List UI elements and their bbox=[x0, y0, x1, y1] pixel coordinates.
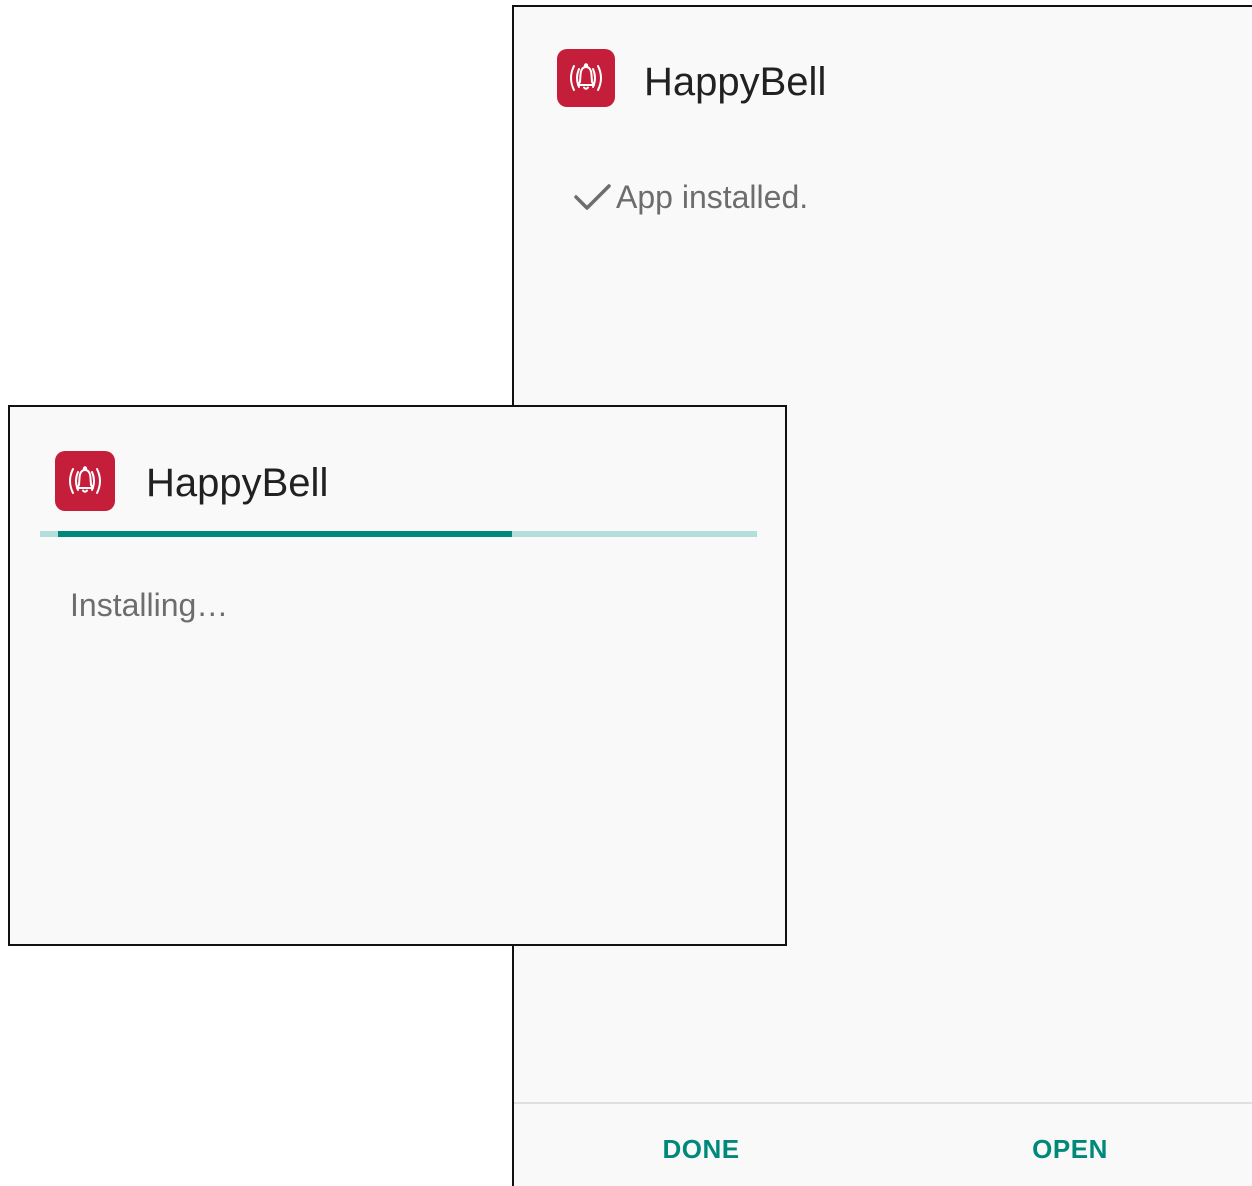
installing-dialog: HappyBell Installing… bbox=[8, 405, 787, 946]
bell-ringing-icon bbox=[55, 451, 115, 511]
status-text: Installing… bbox=[70, 587, 229, 623]
status-text: App installed. bbox=[616, 179, 809, 215]
app-title: HappyBell bbox=[146, 461, 329, 505]
open-button[interactable]: OPEN bbox=[920, 1119, 1220, 1179]
install-status: Installing… bbox=[70, 589, 228, 621]
install-progress-bar bbox=[40, 531, 757, 537]
footer-divider bbox=[514, 1102, 1252, 1104]
install-status: App installed. bbox=[572, 177, 808, 217]
check-icon bbox=[572, 177, 612, 217]
screenshot-canvas: HappyBell App installed. DONE OPEN Happy… bbox=[0, 0, 1252, 1186]
app-title: HappyBell bbox=[644, 60, 827, 104]
bell-ringing-icon bbox=[557, 49, 615, 107]
done-button[interactable]: DONE bbox=[551, 1119, 851, 1179]
progress-fill bbox=[58, 531, 512, 537]
